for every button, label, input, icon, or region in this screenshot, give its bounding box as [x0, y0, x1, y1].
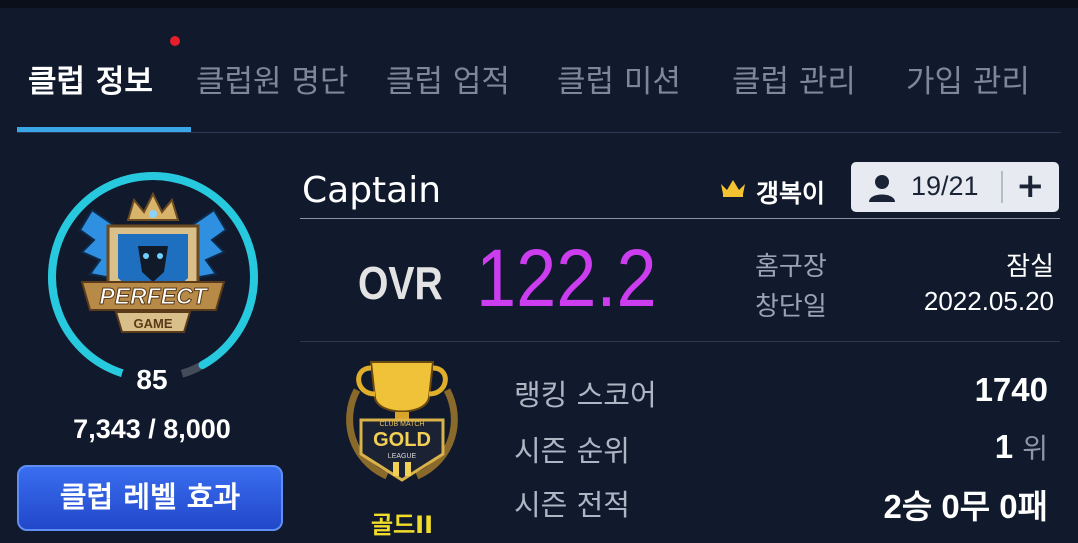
season-rank: 1 위 — [995, 427, 1048, 467]
emblem-text: PERFECT — [99, 283, 208, 309]
season-rank-label: 시즌 순위 — [514, 434, 630, 468]
person-icon — [869, 175, 895, 202]
add-member-icon[interactable]: + — [1016, 166, 1045, 206]
season-record-value: 2승 0무 0패 — [883, 488, 1048, 525]
home-stadium-value: 잠실 — [1006, 251, 1054, 281]
member-count: 19/21 — [911, 171, 979, 201]
club-level: 85 — [136, 364, 168, 395]
notification-dot — [170, 36, 180, 46]
member-count-box: 19/21 + — [851, 162, 1059, 212]
tab-bar: 클럽 정보 클럽원 명단 클럽 업적 클럽 미션 클럽 관리 가입 관리 — [0, 50, 1078, 110]
club-emblem: PERFECT GAME — [78, 191, 228, 333]
ovr-value: 122.2 — [476, 233, 657, 324]
level-effect-button[interactable]: 클럽 레벨 효과 — [17, 465, 283, 531]
member-divider — [1001, 171, 1003, 203]
gold-tier-trophy-icon: CLUB MATCH GOLD LEAGUE — [346, 361, 458, 482]
crown-icon — [721, 180, 745, 197]
tier-badge-bottom-text: LEAGUE — [388, 453, 417, 460]
tab-divider — [17, 132, 1061, 133]
tier-name: 골드II — [370, 511, 434, 539]
season-rank-value: 1 — [994, 428, 1014, 465]
tab-club-management[interactable]: 클럽 관리 — [732, 56, 856, 101]
tab-club-missions[interactable]: 클럽 미션 — [557, 56, 681, 101]
club-owner: 갱복이 — [756, 179, 826, 208]
ranking-score-value: 1740 — [974, 371, 1048, 408]
ranking-score-label: 랭킹 스코어 — [514, 378, 657, 412]
club-exp: 7,343 / 8,000 — [73, 414, 231, 444]
tab-club-achievements[interactable]: 클럽 업적 — [386, 56, 510, 101]
founded-value: 2022.05.20 — [923, 286, 1054, 316]
home-stadium-label: 홈구장 — [755, 252, 827, 282]
tab-join-management[interactable]: 가입 관리 — [906, 56, 1030, 101]
tab-member-list[interactable]: 클럽원 명단 — [196, 56, 348, 101]
top-bar — [0, 0, 1078, 8]
section-divider — [300, 341, 1060, 342]
tab-club-info[interactable]: 클럽 정보 — [28, 56, 153, 101]
header-divider — [300, 218, 1060, 219]
season-rank-unit: 위 — [1022, 433, 1048, 464]
season-record-label: 시즌 전적 — [514, 488, 630, 522]
emblem-subtext: GAME — [134, 316, 173, 331]
founded-label: 창단일 — [755, 292, 827, 322]
club-name: Captain — [302, 170, 442, 211]
level-badge: 85 — [121, 352, 183, 410]
tier-badge-text: GOLD — [373, 429, 431, 451]
tier-badge-small-text: CLUB MATCH — [380, 421, 425, 428]
ovr-label: OVR — [358, 257, 443, 309]
